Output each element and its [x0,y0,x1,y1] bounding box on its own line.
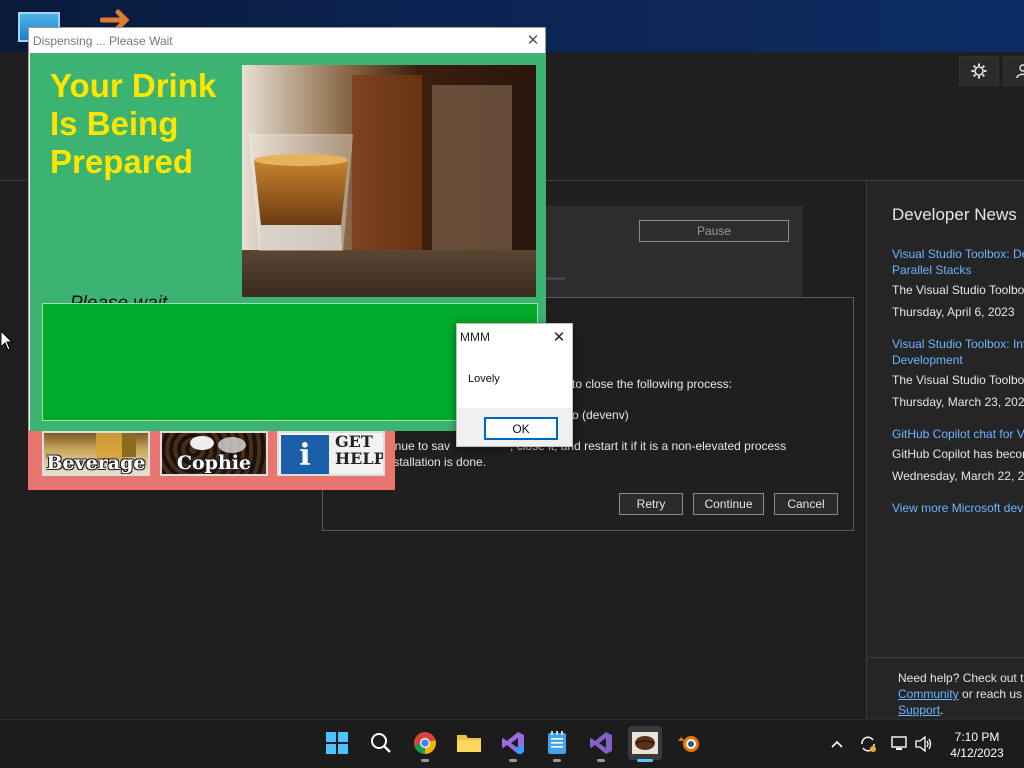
vs-installer-taskbar-button[interactable] [496,726,530,762]
clock-time: 7:10 PM [954,730,1000,744]
network-icon [891,736,907,750]
news-item-link[interactable]: GitHub Copilot chat for V [892,426,1024,442]
mouse-cursor-icon [1,331,13,351]
search-icon [371,733,391,753]
message-box-close-button[interactable]: ✕ [547,326,571,348]
dialog-process-name: o (devenv) [572,408,629,422]
file-explorer-taskbar-button[interactable] [452,726,486,760]
blender-icon [678,736,699,752]
product-tile-bar: Beverage Cophie i GET HELP [28,430,395,490]
help-text: Need help? Check out th [898,671,1024,685]
clock-date: 4/12/2023 [950,746,1004,760]
notepad-taskbar-button[interactable] [540,726,574,762]
running-indicator [553,759,561,762]
pause-button[interactable]: Pause [639,220,789,242]
news-item-date: Thursday, April 6, 2023 [892,305,1015,319]
get-help-tile[interactable]: i GET HELP [277,431,385,476]
beverage-tile[interactable]: Beverage [42,431,150,476]
developer-news-panel: Developer News Visual Studio Toolbox: De… [866,181,1024,719]
help-footer: Need help? Check out th Community or rea… [866,657,1024,719]
beverage-tile-label: Beverage [46,452,146,474]
cancel-button[interactable]: Cancel [774,493,838,515]
glass-of-whisky-photo [242,65,536,297]
news-title: Developer News [892,205,1017,224]
support-link[interactable]: Support [898,703,940,717]
running-indicator [421,759,429,762]
sync-icon [861,736,876,752]
visual-studio-taskbar-button[interactable] [584,726,618,762]
info-icon: i [281,435,329,474]
speaker-icon [915,736,932,752]
taskbar: 7:10 PM 4/12/2023 [0,719,1024,768]
coffee-tile[interactable]: Cophie [160,431,268,476]
volume-tray-button[interactable] [914,733,934,755]
help-text: or reach us [958,687,1023,701]
show-hidden-icons-button[interactable] [827,733,847,755]
visual-studio-icon [590,732,612,754]
gear-icon [971,63,987,79]
ok-button[interactable]: OK [484,417,558,440]
coffee-tile-label: Cophie [176,452,252,474]
mmm-message-box: MMM ✕ Lovely OK [456,323,573,447]
dialog-text-line: to close the following process: [572,377,733,391]
network-tray-button[interactable] [890,733,910,755]
settings-button[interactable] [959,56,999,86]
news-item-summary: The Visual Studio Toolbox [892,373,1024,387]
news-item-summary: The Visual Studio Toolbox [892,283,1024,297]
message-box-title: MMM [460,330,490,344]
chevron-up-icon [831,740,843,748]
blender-taskbar-button[interactable] [672,726,706,760]
community-link[interactable]: Community [898,687,959,701]
running-indicator [597,759,605,762]
running-indicator [637,759,653,762]
sync-tray-button[interactable] [858,733,878,755]
news-item-date: Thursday, March 23, 2023 [892,395,1024,409]
message-box-text: Lovely [468,373,500,385]
notepad-icon [548,731,566,754]
start-button[interactable] [320,726,354,760]
dispensing-title-bar[interactable]: Dispensing ... Please Wait ✕ [29,28,545,53]
message-box-footer: OK [457,408,572,446]
person-icon [1016,64,1024,79]
help-text: . [940,703,944,717]
folder-icon [457,735,481,752]
drink-heading: Your Drink Is Being Prepared [50,67,217,180]
news-item-link[interactable]: Parallel Stacks [892,262,971,278]
coffee-app-taskbar-button[interactable] [628,726,662,762]
search-button[interactable] [364,726,398,760]
get-help-tile-label: GET HELP [335,432,385,468]
chrome-icon [414,732,436,754]
taskbar-clock[interactable]: 7:10 PM 4/12/2023 [946,729,1008,761]
news-item-summary: GitHub Copilot has becor [892,447,1024,461]
vs-installer-icon [502,732,524,754]
view-more-news-link[interactable]: View more Microsoft dev [892,500,1023,516]
dialog-text-line: ntinue to sav , close it, and restart it… [382,439,787,453]
news-item-link[interactable]: Visual Studio Toolbox: Int [892,336,1024,352]
news-item-link[interactable]: Visual Studio Toolbox: De [892,246,1024,262]
news-item-date: Wednesday, March 22, 20 [892,469,1024,483]
continue-button[interactable]: Continue [693,493,764,515]
dispensing-close-button[interactable]: ✕ [521,29,545,51]
running-indicator [509,759,517,762]
account-button[interactable] [1003,56,1024,86]
retry-button[interactable]: Retry [619,493,683,515]
news-item-link[interactable]: Development [892,352,963,368]
dialog-text-line: installation is done. [384,455,487,469]
dispensing-window-title: Dispensing ... Please Wait [33,34,173,48]
windows-logo-icon [326,732,348,754]
coffee-bean-icon [632,732,658,754]
install-progress-bar [545,277,565,280]
chrome-taskbar-button[interactable] [408,726,442,762]
